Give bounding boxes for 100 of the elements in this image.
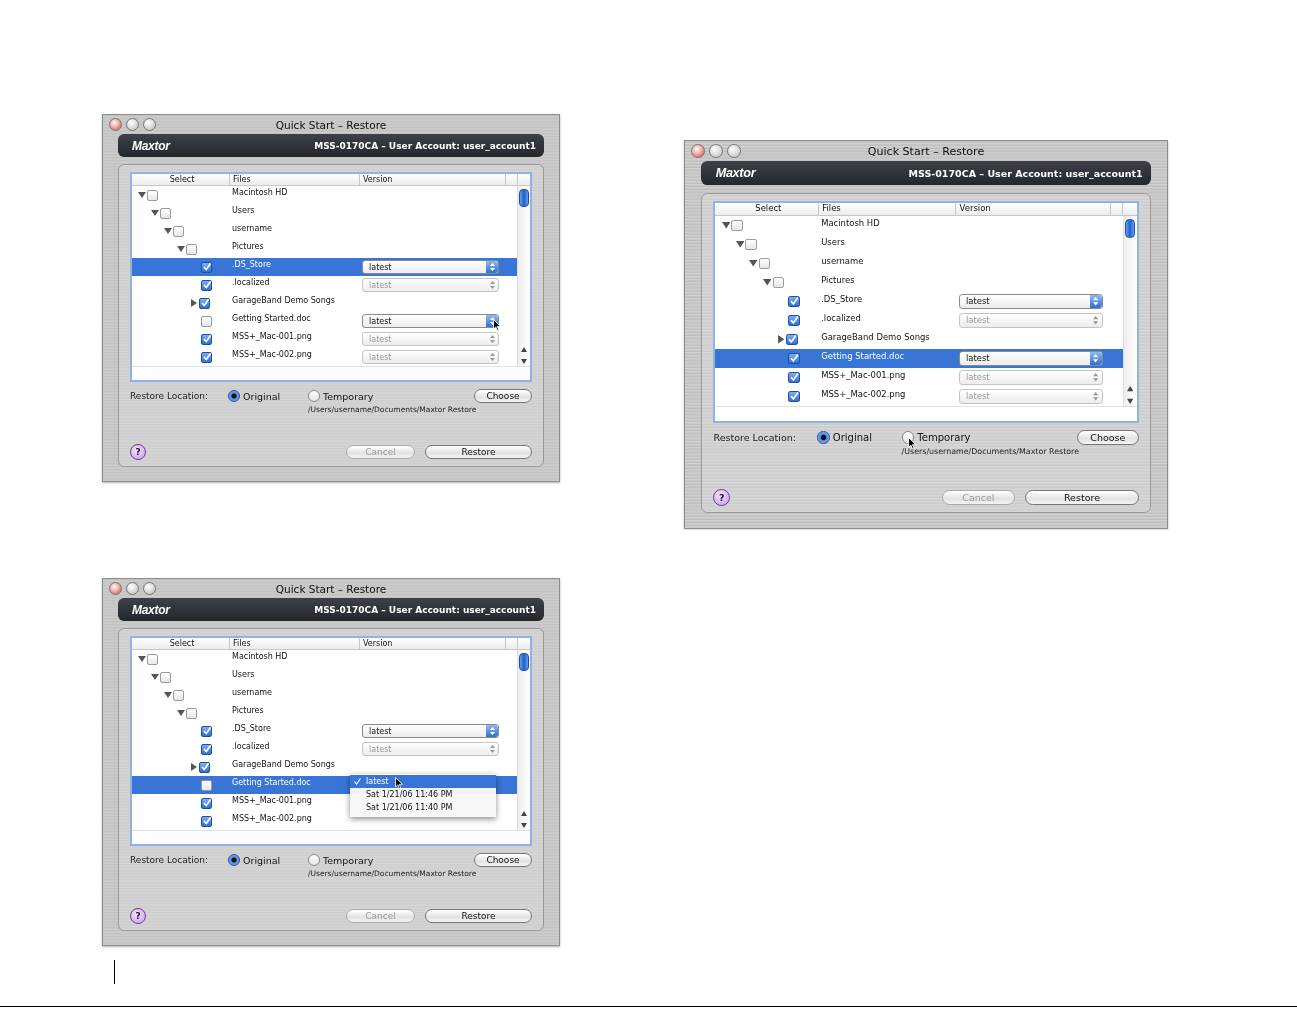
file-name[interactable]: Pictures xyxy=(819,272,957,285)
checkbox[interactable] xyxy=(186,243,197,255)
file-name[interactable]: username xyxy=(230,222,360,233)
zoom-button[interactable] xyxy=(727,144,741,158)
file-name[interactable]: Users xyxy=(230,204,360,215)
dialog-button[interactable]: Restore xyxy=(1025,489,1139,505)
checkbox[interactable] xyxy=(160,671,171,683)
file-name[interactable]: .DS_Store xyxy=(230,722,360,733)
scrollbar[interactable] xyxy=(517,650,530,830)
file-name[interactable]: .DS_Store xyxy=(819,291,957,304)
file-name[interactable]: username xyxy=(230,686,360,697)
column-header[interactable]: Select xyxy=(132,638,230,649)
collapsed-triangle-icon[interactable] xyxy=(190,299,198,307)
dialog-button[interactable]: Restore xyxy=(425,445,532,459)
expanded-triangle-icon[interactable] xyxy=(177,709,185,717)
file-name[interactable]: Getting Started.doc xyxy=(819,348,957,361)
checkbox[interactable] xyxy=(788,352,800,365)
checkbox[interactable] xyxy=(201,261,212,273)
checkbox[interactable] xyxy=(758,257,771,270)
expanded-triangle-icon[interactable] xyxy=(763,278,772,287)
checkbox[interactable] xyxy=(201,351,212,363)
file-name[interactable]: .localized xyxy=(230,740,360,751)
checkbox[interactable] xyxy=(731,219,743,232)
file-name[interactable]: .DS_Store xyxy=(230,258,360,269)
expanded-triangle-icon[interactable] xyxy=(164,691,172,699)
file-name[interactable]: Users xyxy=(230,668,360,679)
help-button[interactable]: ? xyxy=(130,908,146,924)
minimize-button[interactable] xyxy=(126,582,139,595)
column-header[interactable]: Version xyxy=(360,174,506,185)
radio-option[interactable]: Temporary xyxy=(308,390,474,402)
scroll-thumb[interactable] xyxy=(519,189,529,207)
column-header[interactable]: Files xyxy=(230,638,360,649)
scrollbar[interactable] xyxy=(517,186,530,366)
file-name[interactable]: MSS+_Mac-002.png xyxy=(230,812,360,823)
expanded-triangle-icon[interactable] xyxy=(721,221,731,230)
file-name[interactable]: GarageBand Demo Songs xyxy=(230,758,360,769)
file-name[interactable]: Getting Started.doc xyxy=(230,312,360,323)
radio-option[interactable]: Temporary xyxy=(901,431,1078,444)
version-dropdown[interactable]: latest xyxy=(362,314,499,328)
file-name[interactable]: MSS+_Mac-002.png xyxy=(819,386,957,400)
version-dropdown[interactable]: latest xyxy=(362,724,499,738)
checkbox[interactable] xyxy=(788,371,800,384)
file-name[interactable]: username xyxy=(819,253,957,266)
file-name[interactable]: Macintosh HD xyxy=(819,215,957,228)
checkbox[interactable] xyxy=(772,276,785,289)
close-button[interactable] xyxy=(109,582,122,595)
file-name[interactable]: MSS+_Mac-001.png xyxy=(230,330,360,341)
file-name[interactable]: GarageBand Demo Songs xyxy=(819,329,957,342)
file-name[interactable]: Pictures xyxy=(230,704,360,715)
column-header[interactable]: Select xyxy=(715,203,820,215)
version-dropdown[interactable]: latest xyxy=(958,294,1104,309)
file-name[interactable]: GarageBand Demo Songs xyxy=(230,294,360,305)
checkbox[interactable] xyxy=(745,238,757,251)
checkbox[interactable] xyxy=(788,390,800,403)
radio-option[interactable]: Temporary xyxy=(308,854,474,866)
file-name[interactable]: Macintosh HD xyxy=(230,650,360,661)
scrollbar[interactable] xyxy=(1122,215,1137,406)
checkbox[interactable] xyxy=(173,225,184,237)
expanded-triangle-icon[interactable] xyxy=(151,209,159,217)
scroll-arrows-icon[interactable] xyxy=(521,810,527,830)
checkbox[interactable] xyxy=(201,779,212,791)
checkbox[interactable] xyxy=(173,689,184,701)
checkbox[interactable] xyxy=(160,207,171,219)
file-name[interactable]: .localized xyxy=(819,310,957,323)
version-dropdown[interactable]: latest xyxy=(958,351,1104,366)
choose-button[interactable]: Choose xyxy=(474,853,532,867)
minimize-button[interactable] xyxy=(126,118,139,131)
menu-item[interactable]: Sat 1/21/06 11:46 PM xyxy=(350,788,496,801)
file-name[interactable]: Pictures xyxy=(230,240,360,251)
zoom-button[interactable] xyxy=(143,582,156,595)
choose-button[interactable]: Choose xyxy=(1077,430,1139,446)
column-header[interactable]: Files xyxy=(230,174,360,185)
checkbox[interactable] xyxy=(147,189,158,201)
checkbox[interactable] xyxy=(186,707,197,719)
checkbox[interactable] xyxy=(786,333,798,346)
help-button[interactable]: ? xyxy=(130,444,146,460)
expanded-triangle-icon[interactable] xyxy=(151,673,159,681)
file-name[interactable]: Macintosh HD xyxy=(230,186,360,197)
scroll-arrows-icon[interactable] xyxy=(521,346,527,366)
file-name[interactable]: .localized xyxy=(230,276,360,287)
checkbox[interactable] xyxy=(201,743,212,755)
scroll-thumb[interactable] xyxy=(519,653,529,671)
scroll-arrows-icon[interactable] xyxy=(1127,384,1134,406)
file-name[interactable]: MSS+_Mac-002.png xyxy=(230,348,360,359)
column-header[interactable]: Version xyxy=(956,203,1111,215)
checkbox[interactable] xyxy=(201,315,212,327)
radio-option[interactable]: Original xyxy=(228,390,308,402)
expanded-triangle-icon[interactable] xyxy=(735,240,744,249)
dialog-button[interactable]: Restore xyxy=(425,909,532,923)
menu-item[interactable]: Sat 1/21/06 11:40 PM xyxy=(350,801,496,814)
checkbox[interactable] xyxy=(788,295,800,308)
close-button[interactable] xyxy=(691,144,705,158)
version-dropdown[interactable]: latest xyxy=(362,260,499,274)
checkbox[interactable] xyxy=(201,725,212,737)
radio-option[interactable]: Original xyxy=(228,854,308,866)
help-button[interactable]: ? xyxy=(713,488,731,506)
file-name[interactable]: MSS+_Mac-001.png xyxy=(819,367,957,380)
checkbox[interactable] xyxy=(201,279,212,291)
column-header[interactable]: Select xyxy=(132,174,230,185)
checkbox[interactable] xyxy=(201,815,212,827)
